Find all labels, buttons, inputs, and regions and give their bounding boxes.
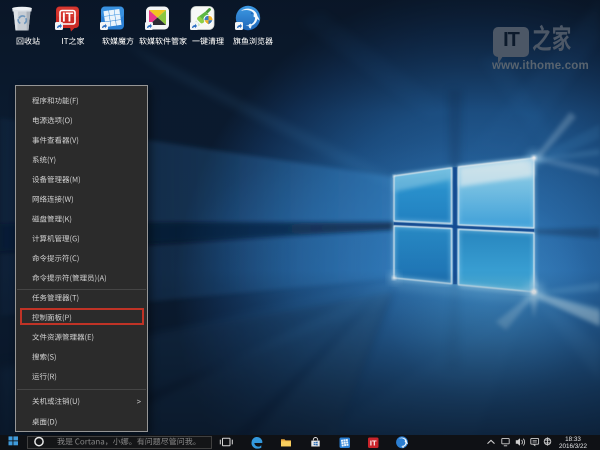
svg-text:IT: IT bbox=[370, 439, 377, 448]
svg-text:IT: IT bbox=[62, 11, 73, 25]
